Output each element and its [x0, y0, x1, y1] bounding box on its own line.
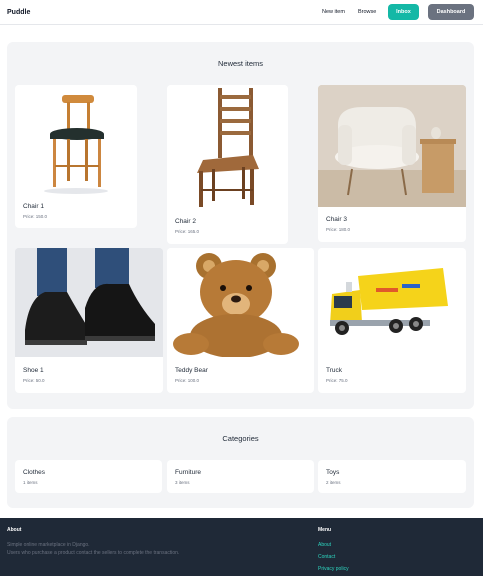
newest-items-heading: Newest items [217, 59, 263, 68]
chair-2-image [167, 85, 288, 211]
footer-link-contact[interactable]: Contact [318, 554, 335, 560]
category-card-clothes[interactable]: Clothes 1 items [15, 460, 162, 493]
item-price: Price: 150.0 [23, 214, 48, 219]
brand-logo[interactable]: Puddle [7, 9, 30, 16]
category-count: 3 items [175, 480, 190, 485]
category-name: Toys [326, 469, 340, 476]
item-price: Price: 75.0 [326, 378, 348, 383]
item-card-chair-2[interactable]: Chair 2 Price: 165.0 [167, 85, 288, 244]
item-name: Chair 2 [175, 218, 196, 225]
category-count: 1 items [23, 480, 38, 485]
item-name: Shoe 1 [23, 367, 44, 374]
teddy-bear-image [167, 248, 314, 357]
item-price: Price: 165.0 [175, 229, 200, 234]
category-name: Furniture [175, 469, 202, 476]
item-price: Price: 100.0 [175, 378, 200, 383]
category-name: Clothes [23, 469, 46, 476]
item-card-teddy-bear[interactable]: Teddy Bear Price: 100.0 [167, 248, 314, 393]
category-card-toys[interactable]: Toys 2 items [318, 460, 466, 493]
chair-1-image [15, 85, 137, 200]
footer-link-about[interactable]: About [318, 542, 331, 548]
item-card-truck[interactable]: Truck Price: 75.0 [318, 248, 466, 393]
footer-about-text-2: Users who purchase a product contact the… [7, 550, 180, 556]
footer-about-text: Simple online marketplace in Django. [7, 542, 90, 548]
categories-heading: Categories [222, 434, 259, 443]
truck-image [318, 248, 466, 357]
category-card-furniture[interactable]: Furniture 3 items [167, 460, 314, 493]
item-card-chair-1[interactable]: Chair 1 Price: 150.0 [15, 85, 137, 228]
item-price: Price: 50.0 [23, 378, 45, 383]
item-card-chair-3[interactable]: Chair 3 Price: 180.0 [318, 85, 466, 242]
item-card-shoe-1[interactable]: Shoe 1 Price: 50.0 [15, 248, 163, 393]
dashboard-button[interactable]: Dashboard [428, 4, 474, 20]
item-name: Chair 1 [23, 203, 44, 210]
footer-link-privacy[interactable]: Privacy policy [318, 566, 349, 572]
chair-3-image [318, 85, 466, 207]
item-name: Truck [326, 367, 343, 374]
item-name: Teddy Bear [175, 367, 208, 374]
item-price: Price: 180.0 [326, 227, 351, 232]
footer-about-heading: About [7, 527, 22, 533]
shoe-1-image [15, 248, 163, 357]
browse-link[interactable]: Browse [358, 9, 376, 15]
inbox-button[interactable]: Inbox [388, 4, 419, 20]
item-name: Chair 3 [326, 216, 347, 223]
top-navbar: Puddle New item Browse Inbox Dashboard [0, 0, 483, 25]
site-footer: About Simple online marketplace in Djang… [0, 518, 483, 576]
footer-menu-heading: Menu [318, 527, 332, 533]
category-count: 2 items [326, 480, 341, 485]
new-item-link[interactable]: New item [322, 9, 345, 15]
